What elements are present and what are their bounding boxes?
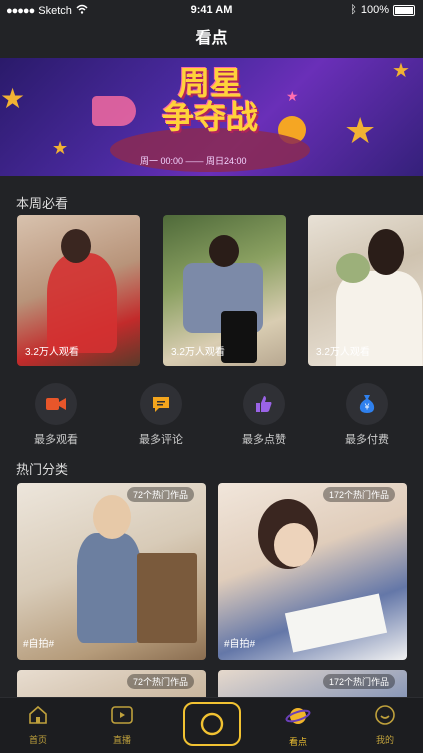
promo-banner[interactable]: ★ ★ ★ ★ ★ 周星 争夺战 周一 00:00 —— 周日24:00 [0, 58, 423, 176]
video-thumbnail-legs [221, 311, 257, 363]
page-title: 看点 [195, 30, 228, 47]
weekly-carousel[interactable]: 3.2万人观看 3.2万人观看 3.2万人观看 [17, 215, 423, 367]
work-count-badge: 72个热门作品 [126, 487, 194, 502]
video-thumbnail-face [61, 229, 91, 263]
thumbs-up-icon [243, 383, 285, 425]
tab-label: 看点 [288, 737, 307, 747]
shortcut-label: 最多观看 [34, 434, 78, 446]
tab-live[interactable]: 直播 [92, 704, 152, 746]
video-thumbnail-face [368, 229, 404, 275]
tab-home[interactable]: 首页 [8, 704, 68, 746]
category-thumbnail [77, 533, 141, 643]
comment-icon [140, 383, 182, 425]
category-card[interactable]: 72个热门作品 #自拍# [17, 483, 206, 660]
shortcut-label: 最多点赞 [242, 434, 286, 446]
category-section-title: 热门分类 [16, 462, 69, 477]
view-count: 3.2万人观看 [25, 347, 79, 358]
category-card[interactable]: 172个热门作品 #自拍# [218, 483, 407, 660]
banner-headline: 周星 争夺战 [150, 66, 270, 134]
category-thumbnail-face [93, 495, 131, 539]
category-card[interactable]: 72个热门作品 [17, 670, 206, 697]
shortcut-most-viewed[interactable]: 最多观看 [16, 383, 96, 447]
weekly-card[interactable]: 3.2万人观看 [17, 215, 140, 366]
category-thumbnail [274, 523, 314, 567]
tab-label: 直播 [112, 735, 131, 745]
smile-icon [375, 705, 395, 725]
view-count: 3.2万人观看 [171, 347, 225, 358]
star-icon: ★ [0, 83, 26, 114]
video-thumbnail [47, 253, 117, 353]
bluetooth-icon: ᛒ [350, 4, 357, 16]
weekly-card[interactable]: 3.2万人观看 [163, 215, 286, 366]
home-icon [29, 705, 47, 724]
cabinet [137, 553, 197, 643]
category-card[interactable]: 172个热门作品 [218, 670, 407, 697]
star-icon: ★ [392, 60, 410, 82]
category-tag: #自拍# [23, 639, 55, 650]
money-bag-icon: ¥ [346, 383, 388, 425]
battery-icon [393, 4, 415, 16]
bottom-tab-bar: 首页 直播 看点 我的 [0, 697, 423, 753]
shortcut-most-paid[interactable]: ¥ 最多付费 [327, 383, 407, 447]
camera-button[interactable] [183, 702, 241, 746]
camera-icon [200, 712, 224, 736]
star-icon: ★ [344, 110, 377, 151]
shortcut-label: 最多评论 [139, 434, 183, 446]
weekly-card[interactable]: 3.2万人观看 [308, 215, 423, 366]
star-icon: ★ [286, 88, 299, 104]
status-bar: ●●●●● Sketch 9:41 AM ᛒ 100% [0, 0, 423, 20]
flower-bouquet [336, 253, 370, 283]
shortcut-most-likes[interactable]: 最多点赞 [224, 383, 304, 447]
work-count-badge: 72个热门作品 [126, 674, 194, 689]
shortcut-most-comments[interactable]: 最多评论 [121, 383, 201, 447]
work-count-badge: 172个热门作品 [322, 487, 395, 502]
live-play-icon [111, 706, 133, 724]
tab-highlights[interactable]: 看点 [268, 704, 328, 748]
view-count: 3.2万人观看 [316, 347, 370, 358]
banner-subtitle: 周一 00:00 —— 周日24:00 [140, 156, 247, 166]
video-camera-icon [35, 383, 77, 425]
magazine [284, 593, 388, 653]
banner-headline-line1: 周星 [177, 65, 242, 101]
shortcut-row: 最多观看 最多评论 最多点赞 ¥ 最多付费 [0, 383, 423, 447]
planet-icon [285, 708, 311, 724]
work-count-badge: 172个热门作品 [322, 674, 395, 689]
weekly-section-title: 本周必看 [16, 196, 69, 211]
shortcut-label: 最多付费 [345, 434, 389, 446]
video-thumbnail-face [209, 235, 239, 267]
category-tag: #自拍# [224, 639, 256, 650]
megaphone-icon [92, 96, 136, 126]
svg-text:¥: ¥ [364, 403, 369, 412]
tab-profile[interactable]: 我的 [355, 704, 415, 746]
banner-headline-line2: 争夺战 [161, 99, 258, 135]
tab-label: 首页 [28, 735, 47, 745]
tab-label: 我的 [375, 735, 394, 745]
battery-percent: 100% [360, 4, 389, 16]
star-icon: ★ [52, 138, 69, 158]
